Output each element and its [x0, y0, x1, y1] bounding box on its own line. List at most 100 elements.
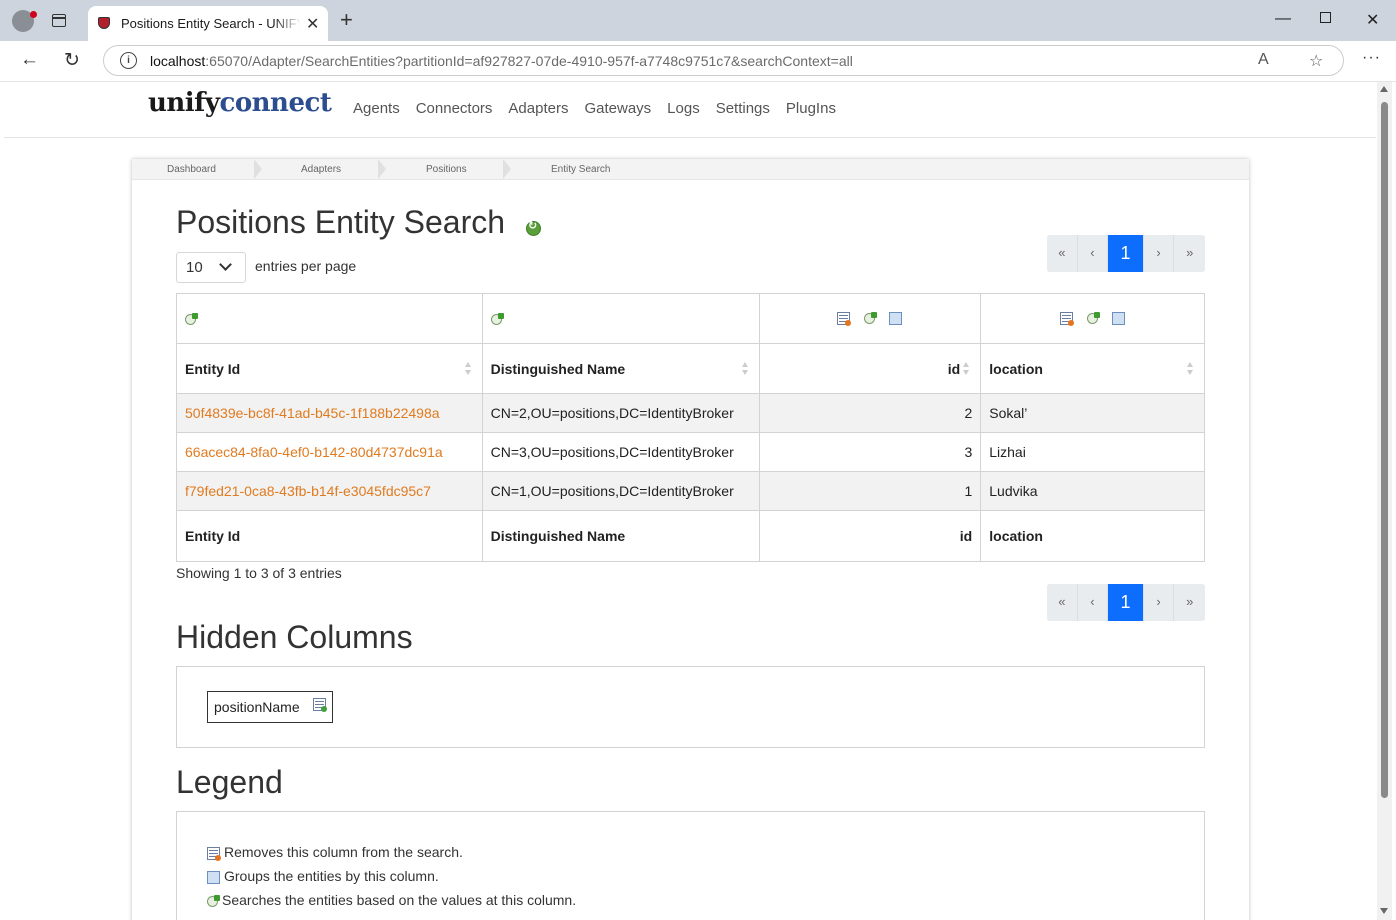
sort-icon: [963, 362, 970, 376]
site-info-icon[interactable]: i: [120, 52, 137, 69]
page-title: Positions Entity Search: [176, 204, 506, 240]
url-text[interactable]: localhost:65070/Adapter/SearchEntities?p…: [150, 53, 853, 69]
reload-icon[interactable]: ↻: [64, 49, 80, 72]
entries-per-page-select[interactable]: 10: [176, 252, 246, 283]
search-column-icon[interactable]: [864, 312, 878, 324]
nav-connectors[interactable]: Connectors: [416, 100, 493, 117]
table-row: f79fed21-0ca8-43fb-b14f-e3045fdc95c7 CN=…: [176, 471, 1205, 511]
more-options-icon[interactable]: ···: [1362, 49, 1381, 67]
minimize-icon[interactable]: —: [1275, 10, 1291, 28]
id-cell: 1: [758, 471, 982, 511]
site-favicon-icon: [98, 17, 110, 29]
breadcrumb-separator: [378, 159, 386, 179]
unifyconnect-logo[interactable]: unifyconnect: [148, 88, 332, 118]
legend-item-remove: Removes this column from the search.: [207, 844, 463, 861]
legend-text: Searches the entities based on the value…: [222, 892, 577, 908]
site-header: unifyconnect Agents Connectors Adapters …: [4, 82, 1376, 138]
tab-actions-icon[interactable]: [52, 14, 66, 27]
entity-id-cell: 50f4839e-bc8f-41ad-b45c-1f188b22498a: [176, 393, 483, 433]
page-prev-button[interactable]: ‹: [1077, 584, 1109, 621]
vertical-scrollbar[interactable]: [1377, 82, 1392, 920]
footer-location: location: [980, 510, 1205, 562]
group-icon[interactable]: [1109, 309, 1126, 325]
breadcrumb-positions[interactable]: Positions: [426, 164, 467, 175]
maximize-icon[interactable]: [1320, 12, 1331, 23]
search-column-icon[interactable]: [490, 313, 504, 326]
legend-item-search: Searches the entities based on the value…: [207, 892, 576, 908]
page-last-button[interactable]: »: [1174, 235, 1205, 272]
table-row: 50f4839e-bc8f-41ad-b45c-1f188b22498a CN=…: [176, 393, 1205, 433]
refresh-icon[interactable]: [526, 219, 541, 236]
nav-gateways[interactable]: Gateways: [584, 100, 651, 117]
new-tab-icon[interactable]: +: [340, 9, 353, 31]
add-column-icon[interactable]: [312, 698, 327, 712]
footer-id: id: [758, 510, 982, 562]
page-1-button[interactable]: 1: [1108, 584, 1144, 621]
id-cell: 2: [758, 393, 982, 433]
window-close-icon[interactable]: ✕: [1366, 10, 1379, 30]
entity-id-link[interactable]: f79fed21-0ca8-43fb-b14f-e3045fdc95c7: [185, 483, 431, 499]
entity-id-link[interactable]: 50f4839e-bc8f-41ad-b45c-1f188b22498a: [185, 405, 440, 421]
column-header-label: location: [989, 360, 1043, 377]
tab-title: Positions Entity Search - UNIFYConnect: [121, 16, 301, 31]
group-icon: [204, 867, 220, 884]
scroll-up-arrow-icon[interactable]: [1380, 86, 1388, 92]
search-column-icon[interactable]: [185, 313, 198, 326]
sort-icon: [464, 362, 472, 376]
page-first-button[interactable]: «: [1047, 235, 1078, 272]
back-arrow-icon[interactable]: ←: [20, 49, 39, 71]
main-nav: Agents Connectors Adapters Gateways Logs…: [353, 100, 836, 117]
nav-logs[interactable]: Logs: [667, 100, 700, 117]
scrollbar-thumb[interactable]: [1381, 102, 1388, 798]
search-icon: [207, 894, 220, 907]
column-header-label: Entity Id: [185, 360, 241, 377]
url-field[interactable]: i localhost:65070/Adapter/SearchEntities…: [103, 45, 1344, 76]
entries-per-page-value: 10: [186, 259, 203, 276]
nav-adapters[interactable]: Adapters: [508, 100, 568, 117]
column-actions-cell: [758, 293, 982, 344]
column-header-location[interactable]: location: [980, 343, 1205, 394]
read-aloud-icon[interactable]: A: [1258, 51, 1269, 69]
scroll-down-arrow-icon[interactable]: [1380, 908, 1388, 914]
breadcrumb-dashboard[interactable]: Dashboard: [167, 164, 216, 175]
legend-text: Groups the entities by this column.: [224, 868, 439, 884]
id-cell: 3: [758, 432, 982, 472]
page-next-button[interactable]: ›: [1143, 235, 1175, 272]
legend-box: Removes this column from the search. Gro…: [176, 811, 1205, 920]
page-next-button[interactable]: ›: [1143, 584, 1175, 621]
distinguished-name-cell: CN=3,OU=positions,DC=IdentityBroker: [481, 432, 760, 472]
favorite-star-icon[interactable]: ☆: [1309, 51, 1323, 71]
column-actions-row: [176, 293, 1205, 344]
nav-agents[interactable]: Agents: [353, 100, 400, 117]
column-actions-cell: [176, 293, 483, 344]
column-header-distinguished-name[interactable]: Distinguished Name: [481, 343, 760, 394]
breadcrumb: Dashboard Adapters Positions Entity Sear…: [132, 159, 1249, 180]
hidden-column-label: positionName: [214, 699, 300, 715]
sort-icon: [1187, 362, 1194, 376]
breadcrumb-adapters[interactable]: Adapters: [301, 164, 341, 175]
table-row: 66acec84-8fa0-4ef0-b142-80d4737dc91a CN=…: [176, 432, 1205, 472]
page-last-button[interactable]: »: [1174, 584, 1205, 621]
remove-column-icon[interactable]: [1060, 312, 1075, 326]
footer-distinguished-name: Distinguished Name: [481, 510, 760, 562]
group-icon[interactable]: [886, 309, 903, 325]
breadcrumb-entity-search: Entity Search: [551, 164, 611, 175]
page-1-button[interactable]: 1: [1108, 235, 1144, 272]
browser-tab[interactable]: Positions Entity Search - UNIFYConnect ✕: [88, 6, 328, 41]
nav-plugins[interactable]: PlugIns: [786, 100, 836, 117]
column-header-id[interactable]: id: [758, 343, 982, 394]
remove-column-icon[interactable]: [837, 312, 852, 326]
entity-id-link[interactable]: 66acec84-8fa0-4ef0-b142-80d4737dc91a: [185, 444, 443, 460]
page-prev-button[interactable]: ‹: [1077, 235, 1109, 272]
column-header-label: id: [947, 360, 961, 377]
address-toolbar: ← ↻ i localhost:65070/Adapter/SearchEnti…: [0, 41, 1396, 82]
nav-settings[interactable]: Settings: [716, 100, 770, 117]
hidden-column-chip[interactable]: positionName: [207, 691, 333, 723]
column-header-entity-id[interactable]: Entity Id: [176, 343, 483, 394]
location-cell: Lizhai: [980, 432, 1205, 472]
search-column-icon[interactable]: [1087, 312, 1101, 324]
tab-close-icon[interactable]: ✕: [306, 14, 319, 34]
page-first-button[interactable]: «: [1047, 584, 1078, 621]
legend-text: Removes this column from the search.: [224, 844, 463, 860]
column-header-label: Distinguished Name: [490, 360, 626, 377]
